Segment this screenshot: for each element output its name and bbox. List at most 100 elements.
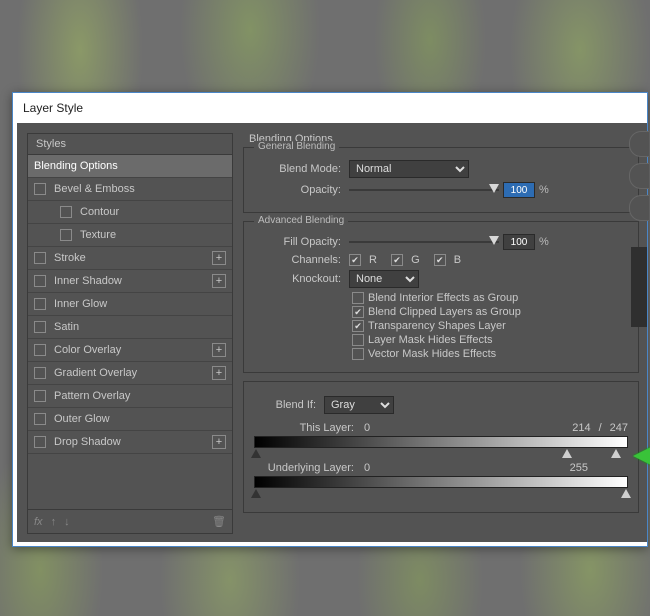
checkbox-icon[interactable] <box>34 321 46 333</box>
style-gradient-overlay[interactable]: Gradient Overlay + <box>28 362 232 385</box>
pct-label: % <box>539 236 549 248</box>
preview-swatch <box>631 247 647 327</box>
channel-g-checkbox[interactable] <box>391 254 403 266</box>
slider-stop-white-split[interactable] <box>562 449 572 458</box>
group-legend: General Blending <box>254 141 339 152</box>
opacity-label: Opacity: <box>254 184 349 196</box>
trash-icon[interactable]: 🗑 <box>212 515 226 528</box>
style-label: Contour <box>80 206 119 218</box>
blend-if-select[interactable]: Gray <box>324 396 394 414</box>
this-layer-high1: 214 <box>572 422 590 434</box>
blend-mode-select[interactable]: Normal <box>349 160 469 178</box>
style-inner-glow[interactable]: Inner Glow <box>28 293 232 316</box>
style-label: Inner Shadow <box>54 275 122 287</box>
channel-r-label: R <box>369 254 377 266</box>
blend-clipped-checkbox[interactable] <box>352 306 364 318</box>
add-effect-icon[interactable]: + <box>212 366 226 380</box>
add-effect-icon[interactable]: + <box>212 274 226 288</box>
side-buttons <box>629 131 649 227</box>
side-button[interactable] <box>629 163 649 189</box>
checkbox-icon[interactable] <box>34 275 46 287</box>
channel-r-checkbox[interactable] <box>349 254 361 266</box>
dialog-titlebar[interactable]: Layer Style <box>13 93 647 123</box>
this-layer-high2: 247 <box>610 422 628 434</box>
checkbox-icon[interactable] <box>34 436 46 448</box>
knockout-select[interactable]: None <box>349 270 419 288</box>
channel-b-checkbox[interactable] <box>434 254 446 266</box>
layer-style-dialog: Layer Style Styles Blending Options Beve… <box>12 92 648 547</box>
checkbox-icon[interactable] <box>34 367 46 379</box>
style-label: Blending Options <box>34 160 118 172</box>
opt-label: Transparency Shapes Layer <box>368 320 506 332</box>
checkbox-icon[interactable] <box>34 344 46 356</box>
style-label: Inner Glow <box>54 298 107 310</box>
style-contour[interactable]: Contour <box>28 201 232 224</box>
vector-mask-hides-checkbox[interactable] <box>352 348 364 360</box>
add-effect-icon[interactable]: + <box>212 251 226 265</box>
checkbox-icon[interactable] <box>60 229 72 241</box>
this-layer-low: 0 <box>364 422 394 434</box>
fill-opacity-value[interactable]: 100 <box>503 234 535 250</box>
advanced-blending-group: Advanced Blending Fill Opacity: 100 % Ch… <box>243 221 639 373</box>
pct-label: % <box>539 184 549 196</box>
style-label: Pattern Overlay <box>54 390 130 402</box>
this-layer-gradient[interactable] <box>254 436 628 448</box>
style-bevel-emboss[interactable]: Bevel & Emboss <box>28 178 232 201</box>
underlying-layer-label: Underlying Layer: <box>254 462 364 474</box>
styles-column: Styles Blending Options Bevel & Emboss C… <box>17 123 239 542</box>
channel-g-label: G <box>411 254 420 266</box>
add-effect-icon[interactable]: + <box>212 435 226 449</box>
style-drop-shadow[interactable]: Drop Shadow + <box>28 431 232 454</box>
style-stroke[interactable]: Stroke + <box>28 247 232 270</box>
knockout-label: Knockout: <box>254 273 349 285</box>
underlying-gradient[interactable] <box>254 476 628 488</box>
style-pattern-overlay[interactable]: Pattern Overlay <box>28 385 232 408</box>
style-label: Color Overlay <box>54 344 121 356</box>
options-column: Blending Options General Blending Blend … <box>239 123 647 542</box>
blend-mode-label: Blend Mode: <box>254 163 349 175</box>
dialog-title: Layer Style <box>23 101 83 115</box>
checkbox-icon[interactable] <box>34 413 46 425</box>
opt-label: Blend Clipped Layers as Group <box>368 306 521 318</box>
blend-interior-checkbox[interactable] <box>352 292 364 304</box>
opt-label: Blend Interior Effects as Group <box>368 292 518 304</box>
spacer <box>28 454 232 504</box>
this-layer-label: This Layer: <box>254 422 364 434</box>
slider-stop-black[interactable] <box>251 449 261 458</box>
style-color-overlay[interactable]: Color Overlay + <box>28 339 232 362</box>
style-label: Stroke <box>54 252 86 264</box>
channel-b-label: B <box>454 254 461 266</box>
group-legend: Advanced Blending <box>254 215 348 226</box>
transparency-shapes-checkbox[interactable] <box>352 320 364 332</box>
checkbox-icon[interactable] <box>34 252 46 264</box>
opt-label: Layer Mask Hides Effects <box>368 334 493 346</box>
checkbox-icon[interactable] <box>34 390 46 402</box>
channels-label: Channels: <box>254 254 349 266</box>
checkbox-icon[interactable] <box>34 183 46 195</box>
checkbox-icon[interactable] <box>34 298 46 310</box>
side-button[interactable] <box>629 131 649 157</box>
styles-header[interactable]: Styles <box>27 133 233 154</box>
opacity-value[interactable]: 100 <box>503 182 535 198</box>
layer-mask-hides-checkbox[interactable] <box>352 334 364 346</box>
side-button[interactable] <box>629 195 649 221</box>
fill-opacity-slider[interactable] <box>349 235 499 249</box>
style-inner-shadow[interactable]: Inner Shadow + <box>28 270 232 293</box>
fx-icon[interactable]: fx <box>34 516 43 528</box>
blend-if-label: Blend If: <box>254 399 324 411</box>
slash: / <box>591 422 610 434</box>
slider-stop-white[interactable] <box>621 489 631 498</box>
arrow-down-icon[interactable]: ↓ <box>64 516 70 528</box>
checkbox-icon[interactable] <box>60 206 72 218</box>
style-blending-options[interactable]: Blending Options <box>28 155 232 178</box>
opacity-slider[interactable] <box>349 183 499 197</box>
style-satin[interactable]: Satin <box>28 316 232 339</box>
arrow-up-icon[interactable]: ↑ <box>51 516 57 528</box>
style-outer-glow[interactable]: Outer Glow <box>28 408 232 431</box>
style-label: Satin <box>54 321 79 333</box>
slider-stop-white[interactable] <box>611 449 621 458</box>
style-texture[interactable]: Texture <box>28 224 232 247</box>
slider-stop-black[interactable] <box>251 489 261 498</box>
add-effect-icon[interactable]: + <box>212 343 226 357</box>
annotation-arrow-icon <box>633 445 650 467</box>
